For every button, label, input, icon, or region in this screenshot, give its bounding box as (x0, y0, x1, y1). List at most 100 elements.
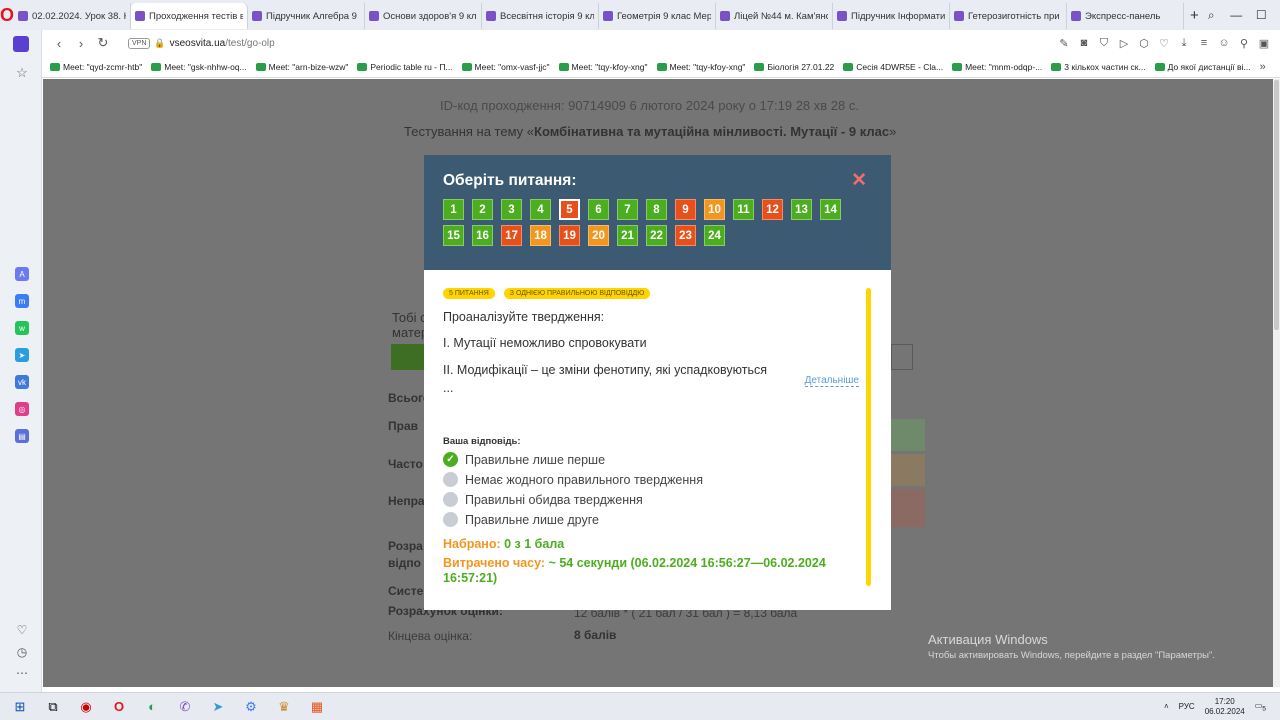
vk-icon[interactable]: vk (15, 375, 29, 389)
question-button-20[interactable]: 20 (588, 225, 609, 246)
bookmark-item[interactable]: Meet: "gsk-nhhw-oq... (151, 62, 247, 72)
shield-icon[interactable]: ⛉ (1096, 37, 1112, 50)
bookmark-item[interactable]: Periodic table ru - П... (357, 62, 453, 72)
bookmark-item[interactable]: Meet: "mnm-odqp-... (952, 62, 1042, 72)
favorites-icon[interactable]: ♡ (15, 623, 29, 637)
bookmark-item[interactable]: Meet: "qyd-zcmr-htb" (50, 62, 142, 72)
question-button-2[interactable]: 2 (472, 199, 493, 220)
question-button-5[interactable]: 5 (559, 199, 580, 220)
answer-option[interactable]: ✓ Правильне лише перше (443, 452, 872, 467)
bookmark-item[interactable]: Сесія 4DWR5E - Cla... (843, 62, 943, 72)
download-icon[interactable]: ⤓ (1176, 37, 1192, 50)
clock[interactable]: 17:20 06.02.2024 (1205, 697, 1245, 717)
bookmark-item[interactable]: Біологія 27.01.22 (754, 62, 834, 72)
answer-option[interactable]: Немає жодного правильного твердження (443, 472, 872, 487)
question-button-16[interactable]: 16 (472, 225, 493, 246)
camera-icon[interactable]: ◙ (1076, 37, 1092, 50)
back-button[interactable]: ‹ (48, 36, 70, 51)
chrome-icon[interactable]: ◐ (139, 696, 165, 718)
url-field[interactable]: vseosvita.ua/test/go-olp (170, 38, 275, 49)
bookmark-item[interactable]: Meet: "tqy-kfoy-xng" (558, 62, 648, 72)
star-icon[interactable]: ☆ (15, 65, 29, 80)
telegram-taskbar-icon[interactable]: ➤ (205, 696, 231, 718)
bookmark-item[interactable]: До якої дистанції ві... (1154, 62, 1251, 72)
question-button-1[interactable]: 1 (443, 199, 464, 220)
tab-8[interactable]: Гетерозиготність при сх (950, 3, 1068, 29)
question-button-4[interactable]: 4 (530, 199, 551, 220)
player-icon[interactable]: ▤ (15, 429, 29, 443)
answer-option[interactable]: Правильне лише друге (443, 512, 872, 527)
record-icon[interactable]: ◉ (73, 696, 99, 718)
viber-icon[interactable]: ✆ (172, 696, 198, 718)
modal-scrollbar[interactable] (866, 288, 871, 586)
question-button-8[interactable]: 8 (646, 199, 667, 220)
tab-6[interactable]: Ліцей №44 м. Кам'янсь (716, 3, 834, 29)
tab-9[interactable]: Экспресс-панель (1067, 3, 1185, 29)
forward-button[interactable]: › (70, 36, 92, 51)
radio-icon[interactable] (443, 472, 458, 487)
details-link[interactable]: Детальніше (804, 375, 859, 387)
question-button-22[interactable]: 22 (646, 225, 667, 246)
telegram-icon[interactable]: ➤ (15, 348, 29, 362)
history-icon[interactable]: ◷ (15, 645, 29, 659)
lock-icon[interactable]: 🔒 (154, 38, 165, 49)
question-button-3[interactable]: 3 (501, 199, 522, 220)
box-icon[interactable]: ▣ (1256, 37, 1272, 50)
language-indicator[interactable]: РУС (1179, 702, 1195, 711)
tray-arrow-icon[interactable]: ˄ (1164, 702, 1169, 711)
bookmark-item[interactable]: Meet: "omx-vasf-jjc" (461, 62, 550, 72)
question-button-14[interactable]: 14 (820, 199, 841, 220)
notification-icon[interactable]: ▭5 (1255, 701, 1266, 713)
instagram-icon[interactable]: ◎ (15, 402, 29, 416)
radio-icon[interactable] (443, 492, 458, 507)
bookmark-item[interactable]: Meet: "tqy-kfoy-xng" (656, 62, 745, 72)
messenger-icon[interactable]: m (15, 294, 29, 308)
bookmark-item[interactable]: Meet: "arn-bize-wzw" (255, 62, 348, 72)
question-button-24[interactable]: 24 (704, 225, 725, 246)
tab-7[interactable]: Підручник Інформатик (833, 3, 951, 29)
checked-radio-icon[interactable]: ✓ (443, 452, 458, 467)
reload-button[interactable]: ↻ (92, 35, 114, 51)
cube-icon[interactable]: ⬡ (1136, 37, 1152, 50)
tab-5[interactable]: Геометрія 9 клас Мерзл (599, 3, 717, 29)
answer-option[interactable]: Правильні обидва твердження (443, 492, 872, 507)
maximize-button[interactable]: ☐ (1249, 8, 1274, 23)
app-icon[interactable]: ⚙ (238, 696, 264, 718)
more-bookmarks-icon[interactable]: » (1260, 61, 1266, 73)
question-button-11[interactable]: 11 (733, 199, 754, 220)
files-icon[interactable]: ▦ (304, 696, 330, 718)
question-button-9[interactable]: 9 (675, 199, 696, 220)
question-button-10[interactable]: 10 (704, 199, 725, 220)
game-icon[interactable]: ♛ (271, 696, 297, 718)
close-window-button[interactable]: ✕ (1274, 8, 1280, 23)
bookmark-item[interactable]: 3 кількох частин ск... (1051, 62, 1146, 72)
question-button-12[interactable]: 12 (762, 199, 783, 220)
heart-icon[interactable]: ♡ (1156, 37, 1172, 50)
home-icon[interactable] (13, 36, 29, 52)
vpn-badge[interactable]: VPN (128, 37, 151, 49)
tab-3[interactable]: Основи здоров'я 9 клас (365, 3, 483, 29)
play-icon[interactable]: ▷ (1116, 37, 1132, 50)
tab-1[interactable]: Проходження тестів в ін (131, 3, 249, 29)
question-button-18[interactable]: 18 (530, 225, 551, 246)
question-button-13[interactable]: 13 (791, 199, 812, 220)
extensions-icon[interactable]: ⚲ (1236, 37, 1252, 50)
tab-0[interactable]: 02.02.2024. Урок 38. Ко (14, 3, 132, 29)
question-button-7[interactable]: 7 (617, 199, 638, 220)
question-button-23[interactable]: 23 (675, 225, 696, 246)
whatsapp-icon[interactable]: w (15, 321, 29, 335)
question-button-15[interactable]: 15 (443, 225, 464, 246)
page-scrollbar-thumb[interactable] (1274, 80, 1279, 330)
new-tab-button[interactable]: + (1190, 7, 1199, 24)
opera-logo-icon[interactable]: O (0, 0, 14, 30)
question-button-21[interactable]: 21 (617, 225, 638, 246)
start-icon[interactable]: ⊞ (7, 696, 33, 718)
edit-icon[interactable]: ✎ (1056, 37, 1072, 50)
aria-icon[interactable]: A (15, 267, 29, 281)
question-button-6[interactable]: 6 (588, 199, 609, 220)
menu-icon[interactable]: ≡ (1196, 37, 1212, 50)
tab-4[interactable]: Всесвітня історія 9 клас (482, 3, 600, 29)
close-icon[interactable]: ✕ (851, 169, 867, 192)
search-tabs-icon[interactable]: ⌕ (1199, 8, 1224, 23)
question-button-17[interactable]: 17 (501, 225, 522, 246)
